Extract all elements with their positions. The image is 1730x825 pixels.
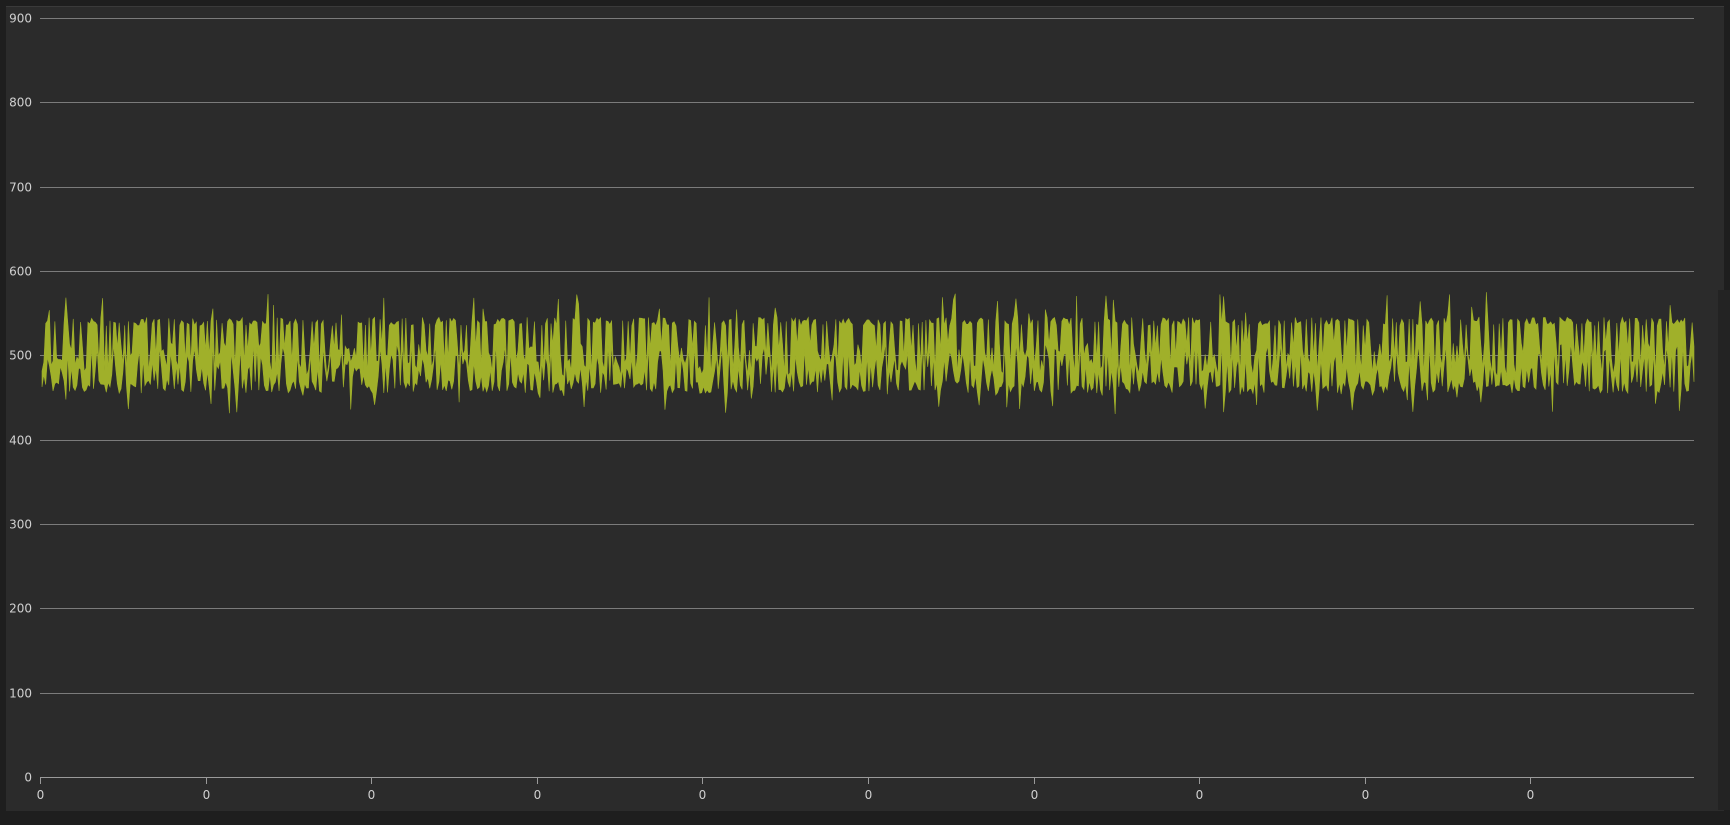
x-axis: 0 0 0 0 0 0 0 0 0 0 — [37, 777, 1694, 802]
right-edge-strip — [1718, 290, 1730, 810]
y-tick-label: 700 — [9, 181, 32, 195]
y-tick-label: 400 — [9, 434, 32, 448]
y-tick-label: 600 — [9, 265, 32, 279]
series-layer — [41, 292, 1695, 414]
y-tick-label: 100 — [9, 687, 32, 701]
y-tick-label: 900 — [9, 12, 32, 26]
x-tick-label: 0 — [1362, 788, 1370, 802]
x-tick-label: 0 — [1527, 788, 1535, 802]
series-area — [41, 292, 1695, 414]
x-tick-label: 0 — [37, 788, 45, 802]
y-tick-label: 200 — [9, 602, 32, 616]
chart-svg: 0100200300400500600700800900 0000000000 — [9, 12, 1695, 802]
x-tick-label: 0 — [1196, 788, 1204, 802]
y-tick-label: 300 — [9, 518, 32, 532]
x-tick-label: 0 — [368, 788, 376, 802]
y-tick-label: 500 — [9, 349, 32, 363]
y-tick-label: 0 — [24, 771, 32, 785]
x-tick-label: 0 — [1031, 788, 1039, 802]
x-tick-label: 0 — [699, 788, 707, 802]
x-tick-label: 0 — [203, 788, 211, 802]
x-tick-label: 0 — [865, 788, 873, 802]
y-axis-labels: 0 100 200 300 400 500 600 700 800 900 — [9, 12, 32, 785]
y-tick-label: 800 — [9, 96, 32, 110]
chart-panel: 0 100 200 300 400 500 600 700 800 900 0000000000 — [6, 6, 1724, 811]
x-tick-label: 0 — [534, 788, 542, 802]
